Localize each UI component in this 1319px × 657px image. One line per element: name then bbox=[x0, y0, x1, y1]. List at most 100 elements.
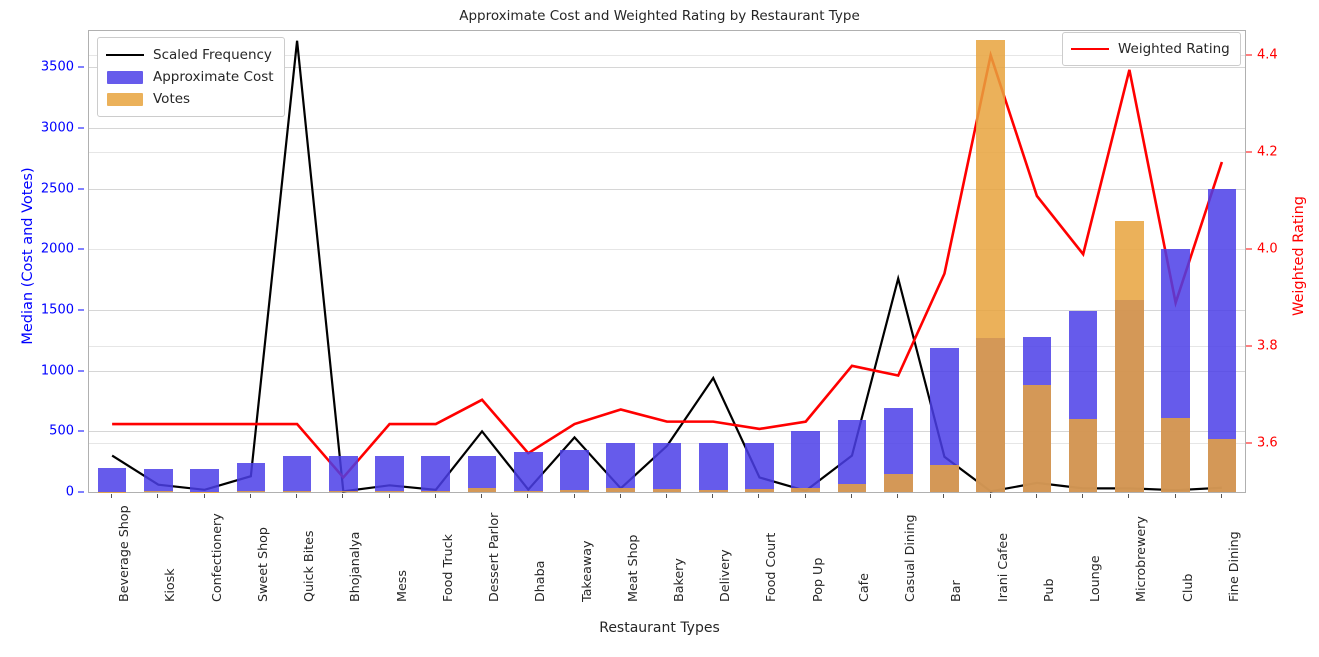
x-axis-tick-mark bbox=[850, 494, 852, 498]
x-axis-tick-mark bbox=[758, 494, 760, 498]
x-axis-tick-mark bbox=[666, 494, 667, 498]
bar-votes bbox=[421, 490, 451, 492]
y-axis-left: Median (Cost and Votes) 0 500 1000 1500 2000… bbox=[0, 30, 84, 500]
x-axis-tick-mark bbox=[804, 494, 806, 498]
x-axis-tick-mark bbox=[897, 494, 899, 498]
bar-votes bbox=[1022, 385, 1052, 492]
legend-right-item[interactable]: Weighted Rating bbox=[1071, 38, 1230, 60]
bar-votes bbox=[1115, 220, 1144, 492]
legend-key bbox=[106, 70, 144, 84]
y-axis-left-tick-mark bbox=[78, 430, 84, 432]
y-axis-left-tick-mark bbox=[78, 66, 84, 68]
x-axis-tick-label: Bhojanalya bbox=[347, 531, 363, 602]
x-axis-tick-label: Cafe bbox=[855, 573, 871, 602]
x-axis-ticklabels: Beverage Shop Kiosk Confectionery Sweet Sho… bbox=[88, 494, 1246, 609]
legend-color-swatch bbox=[107, 92, 143, 106]
x-axis-tick-label: Food Truck bbox=[439, 534, 455, 602]
x-axis-tick-mark bbox=[1174, 494, 1176, 498]
x-axis-tick-label: Beverage Shop bbox=[116, 505, 132, 602]
x-axis-tick-label: Quick Bites bbox=[301, 530, 317, 602]
y-axis-right-tick-label: 3.6 bbox=[1257, 435, 1278, 451]
x-axis-tick-label: Fine Dining bbox=[1225, 531, 1241, 602]
line-weighted-rating bbox=[112, 50, 1224, 480]
legend-label: Votes bbox=[153, 91, 191, 107]
bar-approximate-cost bbox=[97, 467, 127, 492]
y-axis-left-tick-label: 1000 bbox=[40, 363, 74, 379]
legend-left-item[interactable]: Approximate Cost bbox=[106, 66, 274, 88]
y-axis-left-tick-mark bbox=[78, 248, 84, 250]
y-axis-right: Weighted Rating 3.6 3.8 4.0 4.2 4.4 bbox=[1246, 30, 1319, 493]
bar-votes bbox=[745, 489, 774, 492]
x-axis-tick-label: Takeaway bbox=[578, 540, 594, 602]
bar-votes bbox=[513, 491, 543, 492]
y-axis-left-tick-label: 3000 bbox=[40, 120, 74, 136]
x-axis-tick-mark bbox=[342, 494, 344, 498]
x-axis-tick-mark bbox=[527, 494, 529, 498]
legend-left-item[interactable]: Scaled Frequency bbox=[106, 44, 274, 66]
bar-approximate-cost bbox=[421, 455, 451, 492]
x-axis-tick-label: Kiosk bbox=[162, 568, 178, 602]
x-axis-tick-mark bbox=[1128, 494, 1130, 498]
x-axis-tick-mark bbox=[481, 494, 483, 498]
x-axis-tick-label: Meat Shop bbox=[624, 534, 640, 602]
y-axis-right-tick-label: 3.8 bbox=[1257, 338, 1278, 354]
y-axis-right-tick-mark bbox=[1246, 345, 1252, 347]
x-axis-tick-label: Dessert Parlor bbox=[486, 512, 502, 602]
y-axis-right-tick-label: 4.4 bbox=[1257, 47, 1278, 63]
chart-figure: Approximate Cost and Weighted Rating by … bbox=[0, 0, 1319, 657]
x-axis-tick-label: Delivery bbox=[717, 549, 733, 602]
y-axis-left-tick-label: 500 bbox=[49, 423, 74, 439]
legend-left-item[interactable]: Votes bbox=[106, 88, 274, 110]
x-axis-tick-label: Bakery bbox=[671, 558, 686, 602]
bar-votes bbox=[837, 484, 867, 492]
x-axis-tick-label: Irani Cafee bbox=[994, 532, 1010, 602]
bar-approximate-cost bbox=[606, 443, 636, 492]
legend-key bbox=[106, 48, 144, 62]
bar-approximate-cost bbox=[236, 462, 266, 492]
legend-left[interactable]: Scaled Frequency Approximate Cost Votes bbox=[97, 37, 285, 117]
bar-approximate-cost bbox=[560, 449, 589, 492]
x-axis-tick-label: Sweet Shop bbox=[254, 527, 270, 602]
legend-key bbox=[1071, 42, 1109, 56]
x-axis-tick-label: Confectionery bbox=[208, 513, 224, 602]
legend-label: Approximate Cost bbox=[153, 69, 274, 85]
legend-key bbox=[106, 92, 144, 106]
y-axis-right-tick-label: 4.2 bbox=[1257, 144, 1278, 160]
bar-votes bbox=[930, 464, 959, 492]
y-axis-right-tick-mark bbox=[1246, 442, 1252, 444]
x-axis-tick-label: Bar bbox=[948, 580, 964, 602]
x-axis-tick-label: Casual Dining bbox=[902, 514, 918, 602]
x-axis-tick-mark bbox=[111, 494, 113, 498]
x-axis-tick-label: Pub bbox=[1040, 578, 1056, 602]
bar-approximate-cost bbox=[375, 455, 404, 492]
bar-votes bbox=[328, 491, 358, 492]
legend-right[interactable]: Weighted Rating bbox=[1062, 32, 1241, 66]
legend-line-swatch bbox=[1071, 47, 1109, 51]
x-axis-tick-mark bbox=[712, 494, 714, 498]
y-axis-right-tick-label: 4.0 bbox=[1257, 241, 1278, 257]
bar-votes bbox=[791, 488, 821, 492]
legend-color-swatch bbox=[107, 70, 143, 84]
bar-approximate-cost bbox=[513, 451, 543, 492]
bar-votes bbox=[883, 473, 913, 492]
y-axis-left-tick-label: 2500 bbox=[40, 181, 74, 197]
x-axis-tick-label: Dhaba bbox=[532, 560, 548, 602]
bar-votes bbox=[1207, 438, 1237, 492]
x-axis-tick-label: Pop Up bbox=[809, 557, 825, 602]
bar-votes bbox=[236, 491, 266, 492]
y-axis-left-tick-label: 2000 bbox=[40, 241, 74, 257]
x-axis-tick-label: Microbrewery bbox=[1133, 516, 1149, 602]
bar-approximate-cost bbox=[698, 443, 728, 492]
x-axis-tick-mark bbox=[434, 494, 436, 498]
bar-approximate-cost bbox=[144, 468, 173, 492]
legend-line-swatch bbox=[106, 54, 144, 56]
x-axis-tick-mark bbox=[296, 494, 298, 498]
y-axis-left-tick-label: 3500 bbox=[40, 59, 74, 75]
bar-approximate-cost bbox=[282, 455, 312, 492]
y-axis-left-tick-mark bbox=[78, 309, 84, 311]
bar-approximate-cost bbox=[837, 420, 867, 492]
y-axis-right-tick-mark bbox=[1246, 151, 1252, 153]
bar-approximate-cost bbox=[745, 443, 774, 492]
bar-approximate-cost bbox=[652, 443, 682, 492]
bar-votes bbox=[976, 39, 1005, 492]
